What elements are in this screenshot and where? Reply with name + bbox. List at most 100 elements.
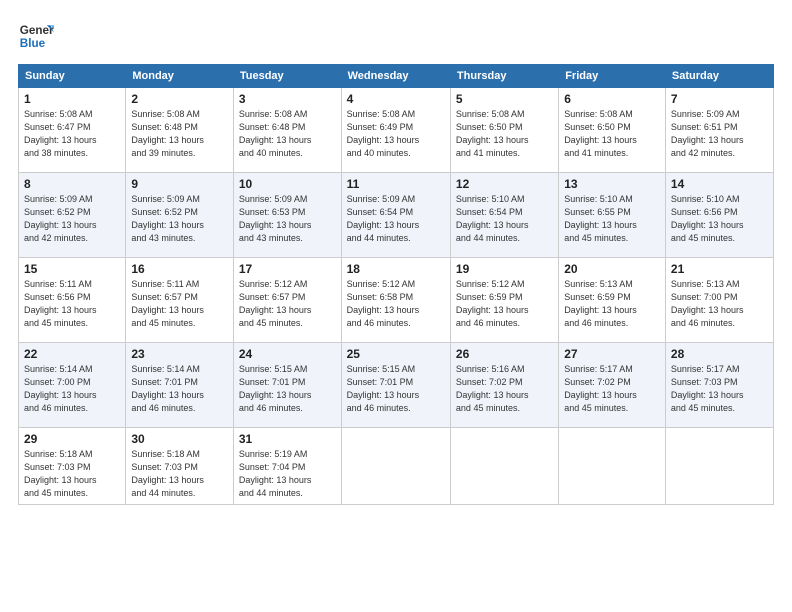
day-number: 1 — [24, 92, 120, 106]
table-cell: 12 Sunrise: 5:10 AM Sunset: 6:54 PM Dayli… — [450, 173, 558, 258]
day-info: Sunrise: 5:10 AM Sunset: 6:56 PM Dayligh… — [671, 193, 768, 245]
table-cell: 17Sunrise: 5:12 AM Sunset: 6:57 PM Dayli… — [233, 258, 341, 343]
day-number: 5 — [456, 92, 553, 106]
day-info: Sunrise: 5:10 AM Sunset: 6:54 PM Dayligh… — [456, 193, 553, 245]
day-number: 28 — [671, 347, 768, 361]
day-info: Sunrise: 5:18 AM Sunset: 7:03 PM Dayligh… — [131, 448, 228, 500]
day-info: Sunrise: 5:18 AM Sunset: 7:03 PM Dayligh… — [24, 448, 120, 500]
day-info: Sunrise: 5:13 AM Sunset: 7:00 PM Dayligh… — [671, 278, 768, 330]
day-number: 17 — [239, 262, 336, 276]
calendar-table: Sunday Monday Tuesday Wednesday Thursday… — [18, 64, 774, 505]
table-cell: 31 Sunrise: 5:19 AM Sunset: 7:04 PM Dayli… — [233, 428, 341, 505]
svg-text:Blue: Blue — [20, 37, 46, 50]
logo-icon: General Blue — [18, 18, 54, 54]
day-number: 24 — [239, 347, 336, 361]
col-wednesday: Wednesday — [341, 65, 450, 88]
table-cell: 22 Sunrise: 5:14 AM Sunset: 7:00 PM Dayli… — [19, 343, 126, 428]
table-cell: 26Sunrise: 5:16 AM Sunset: 7:02 PM Dayli… — [450, 343, 558, 428]
day-number: 31 — [239, 432, 336, 446]
table-cell: 2 Sunrise: 5:08 AM Sunset: 6:48 PM Daylig… — [126, 88, 234, 173]
table-cell: 5Sunrise: 5:08 AM Sunset: 6:50 PM Daylig… — [450, 88, 558, 173]
day-number: 4 — [347, 92, 445, 106]
table-cell: 14 Sunrise: 5:10 AM Sunset: 6:56 PM Dayli… — [665, 173, 773, 258]
day-number: 18 — [347, 262, 445, 276]
day-info: Sunrise: 5:09 AM Sunset: 6:52 PM Dayligh… — [24, 193, 120, 245]
day-number: 9 — [131, 177, 228, 191]
day-info: Sunrise: 5:08 AM Sunset: 6:47 PM Dayligh… — [24, 108, 120, 160]
table-cell: 20 Sunrise: 5:13 AM Sunset: 6:59 PM Dayli… — [559, 258, 666, 343]
day-info: Sunrise: 5:11 AM Sunset: 6:57 PM Dayligh… — [131, 278, 228, 330]
table-cell: 10 Sunrise: 5:09 AM Sunset: 6:53 PM Dayli… — [233, 173, 341, 258]
day-info: Sunrise: 5:11 AM Sunset: 6:56 PM Dayligh… — [24, 278, 120, 330]
day-number: 6 — [564, 92, 660, 106]
day-number: 21 — [671, 262, 768, 276]
page: General Blue Sunday Monday Tuesday Wedne… — [0, 0, 792, 612]
logo: General Blue — [18, 18, 54, 54]
day-number: 13 — [564, 177, 660, 191]
day-number: 19 — [456, 262, 553, 276]
day-number: 7 — [671, 92, 768, 106]
day-number: 10 — [239, 177, 336, 191]
table-cell: 19 Sunrise: 5:12 AM Sunset: 6:59 PM Dayli… — [450, 258, 558, 343]
table-cell — [450, 428, 558, 505]
col-tuesday: Tuesday — [233, 65, 341, 88]
table-cell: 27 Sunrise: 5:17 AM Sunset: 7:02 PM Dayli… — [559, 343, 666, 428]
table-cell: 8 Sunrise: 5:09 AM Sunset: 6:52 PM Daylig… — [19, 173, 126, 258]
day-number: 8 — [24, 177, 120, 191]
day-info: Sunrise: 5:08 AM Sunset: 6:50 PM Dayligh… — [564, 108, 660, 160]
day-info: Sunrise: 5:08 AM Sunset: 6:49 PM Dayligh… — [347, 108, 445, 160]
table-cell: 23 Sunrise: 5:14 AM Sunset: 7:01 PM Dayli… — [126, 343, 234, 428]
day-number: 12 — [456, 177, 553, 191]
day-info: Sunrise: 5:17 AM Sunset: 7:02 PM Dayligh… — [564, 363, 660, 415]
day-info: Sunrise: 5:12 AM Sunset: 6:59 PM Dayligh… — [456, 278, 553, 330]
day-number: 27 — [564, 347, 660, 361]
day-number: 2 — [131, 92, 228, 106]
day-info: Sunrise: 5:09 AM Sunset: 6:52 PM Dayligh… — [131, 193, 228, 245]
col-sunday: Sunday — [19, 65, 126, 88]
table-cell: 16 Sunrise: 5:11 AM Sunset: 6:57 PM Dayli… — [126, 258, 234, 343]
table-cell: 4 Sunrise: 5:08 AM Sunset: 6:49 PM Daylig… — [341, 88, 450, 173]
day-info: Sunrise: 5:08 AM Sunset: 6:48 PM Dayligh… — [239, 108, 336, 160]
day-info: Sunrise: 5:12 AM Sunset: 6:58 PM Dayligh… — [347, 278, 445, 330]
table-cell — [665, 428, 773, 505]
day-number: 22 — [24, 347, 120, 361]
day-info: Sunrise: 5:15 AM Sunset: 7:01 PM Dayligh… — [347, 363, 445, 415]
day-info: Sunrise: 5:16 AM Sunset: 7:02 PM Dayligh… — [456, 363, 553, 415]
table-cell — [559, 428, 666, 505]
day-info: Sunrise: 5:14 AM Sunset: 7:01 PM Dayligh… — [131, 363, 228, 415]
table-cell: 24 Sunrise: 5:15 AM Sunset: 7:01 PM Dayli… — [233, 343, 341, 428]
day-number: 30 — [131, 432, 228, 446]
day-info: Sunrise: 5:09 AM Sunset: 6:54 PM Dayligh… — [347, 193, 445, 245]
table-cell: 7Sunrise: 5:09 AM Sunset: 6:51 PM Daylig… — [665, 88, 773, 173]
day-number: 3 — [239, 92, 336, 106]
day-number: 14 — [671, 177, 768, 191]
table-cell: 6 Sunrise: 5:08 AM Sunset: 6:50 PM Daylig… — [559, 88, 666, 173]
table-cell: 18 Sunrise: 5:12 AM Sunset: 6:58 PM Dayli… — [341, 258, 450, 343]
day-info: Sunrise: 5:08 AM Sunset: 6:48 PM Dayligh… — [131, 108, 228, 160]
col-friday: Friday — [559, 65, 666, 88]
calendar-header-row: Sunday Monday Tuesday Wednesday Thursday… — [19, 65, 774, 88]
table-cell: 21 Sunrise: 5:13 AM Sunset: 7:00 PM Dayli… — [665, 258, 773, 343]
day-info: Sunrise: 5:17 AM Sunset: 7:03 PM Dayligh… — [671, 363, 768, 415]
day-number: 20 — [564, 262, 660, 276]
day-info: Sunrise: 5:14 AM Sunset: 7:00 PM Dayligh… — [24, 363, 120, 415]
day-info: Sunrise: 5:19 AM Sunset: 7:04 PM Dayligh… — [239, 448, 336, 500]
day-number: 16 — [131, 262, 228, 276]
day-number: 29 — [24, 432, 120, 446]
col-monday: Monday — [126, 65, 234, 88]
table-cell: 3 Sunrise: 5:08 AM Sunset: 6:48 PM Daylig… — [233, 88, 341, 173]
table-cell: 28 Sunrise: 5:17 AM Sunset: 7:03 PM Dayli… — [665, 343, 773, 428]
table-cell: 11Sunrise: 5:09 AM Sunset: 6:54 PM Dayli… — [341, 173, 450, 258]
table-cell: 30 Sunrise: 5:18 AM Sunset: 7:03 PM Dayli… — [126, 428, 234, 505]
day-number: 15 — [24, 262, 120, 276]
table-cell: 29 Sunrise: 5:18 AM Sunset: 7:03 PM Dayli… — [19, 428, 126, 505]
table-cell: 1 Sunrise: 5:08 AM Sunset: 6:47 PM Daylig… — [19, 88, 126, 173]
day-info: Sunrise: 5:15 AM Sunset: 7:01 PM Dayligh… — [239, 363, 336, 415]
day-number: 23 — [131, 347, 228, 361]
day-info: Sunrise: 5:10 AM Sunset: 6:55 PM Dayligh… — [564, 193, 660, 245]
table-cell: 9 Sunrise: 5:09 AM Sunset: 6:52 PM Daylig… — [126, 173, 234, 258]
day-info: Sunrise: 5:13 AM Sunset: 6:59 PM Dayligh… — [564, 278, 660, 330]
table-cell: 13 Sunrise: 5:10 AM Sunset: 6:55 PM Dayli… — [559, 173, 666, 258]
day-info: Sunrise: 5:09 AM Sunset: 6:53 PM Dayligh… — [239, 193, 336, 245]
header: General Blue — [18, 18, 774, 54]
